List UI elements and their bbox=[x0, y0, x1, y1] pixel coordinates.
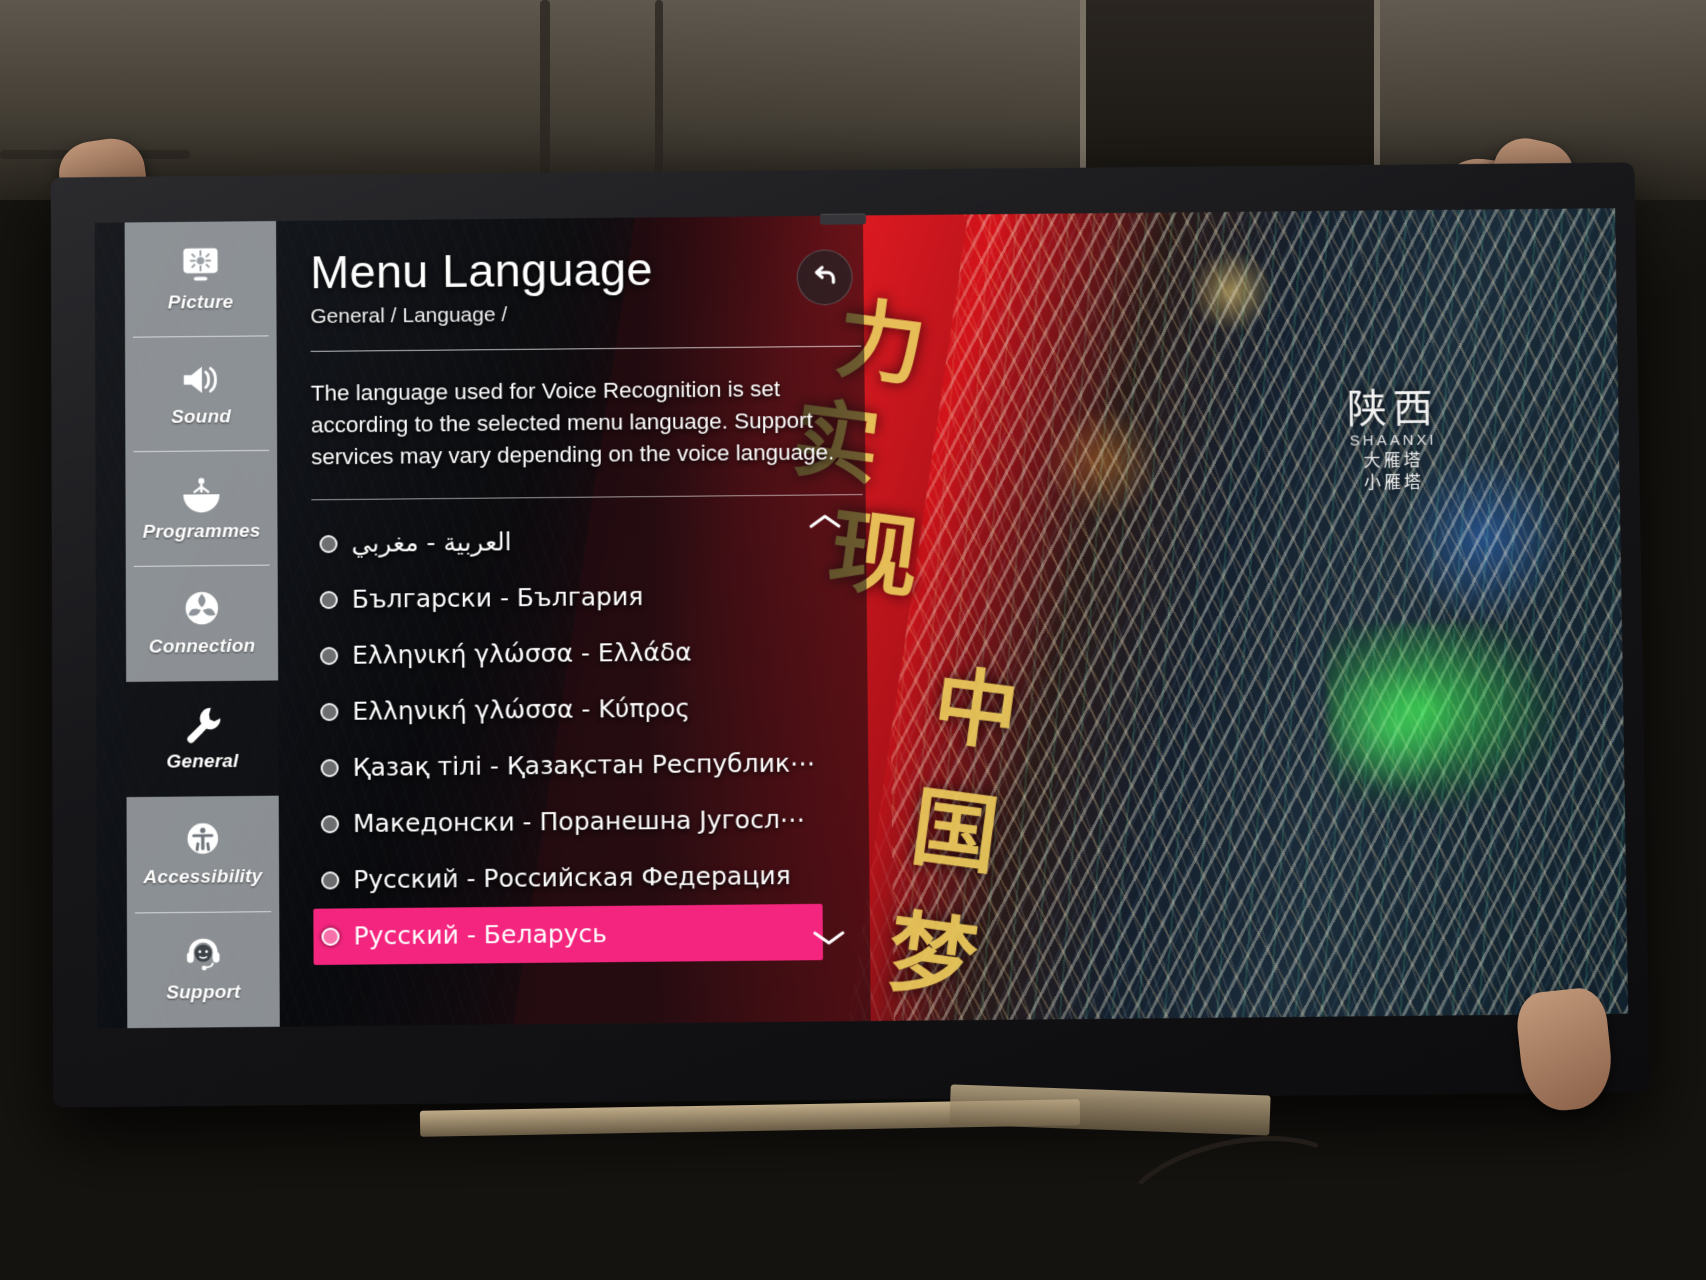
hand-lower-right bbox=[1513, 985, 1617, 1115]
sidebar-item-label: General bbox=[166, 751, 239, 773]
sidebar-item-label: Programmes bbox=[142, 520, 261, 543]
list-item-selected[interactable]: Русский - Беларусь bbox=[313, 903, 824, 965]
room-photo: 力 实 现 中 国 梦 陕西 SHAANXI 大雁塔 小雁塔 bbox=[0, 0, 1706, 1280]
sidebar-item-label: Support bbox=[166, 982, 241, 1005]
tree-foliage bbox=[1325, 622, 1569, 815]
radio-button[interactable] bbox=[319, 590, 338, 609]
title-block: Menu Language General / Language / bbox=[310, 242, 653, 329]
radio-button[interactable] bbox=[321, 871, 340, 890]
city-lights bbox=[885, 208, 1629, 1021]
banner-char-6: 梦 bbox=[881, 899, 983, 1014]
list-item[interactable]: Русский - Российская Федерация bbox=[313, 847, 867, 909]
radio-button[interactable] bbox=[320, 758, 339, 777]
sidebar-item-connection[interactable]: Connection bbox=[125, 564, 279, 682]
list-item[interactable]: Қазақ тілі - Қазақстан Республик⋯ bbox=[313, 735, 866, 796]
settings-content: Menu Language General / Language / The l… bbox=[280, 215, 886, 1026]
television: 力 实 现 中 国 梦 陕西 SHAANXI 大雁塔 小雁塔 bbox=[50, 162, 1650, 1108]
sidebar-item-label: Picture bbox=[167, 291, 234, 314]
scroll-down-button[interactable] bbox=[809, 921, 849, 954]
language-label: Български - България bbox=[351, 582, 644, 615]
region-cn-label: 陕西 bbox=[1346, 385, 1440, 433]
wrench-icon bbox=[179, 703, 225, 745]
landmark-cn-label: 大雁塔 bbox=[1363, 450, 1424, 472]
region-romanized-label: SHAANXI bbox=[1349, 431, 1437, 450]
description-text: The language used for Voice Recognition … bbox=[310, 376, 835, 470]
tv-screen: 力 实 现 中 国 梦 陕西 SHAANXI 大雁塔 小雁塔 bbox=[94, 208, 1629, 1029]
radio-button[interactable] bbox=[320, 646, 339, 665]
speaker-icon bbox=[178, 358, 224, 400]
settings-sidebar: Picture Sound Programmes Connection Gene… bbox=[124, 221, 280, 1029]
header-divider bbox=[310, 345, 862, 352]
list-item[interactable]: Ελληνική γλώσσα - Κύπρος bbox=[312, 679, 865, 740]
radio-button[interactable] bbox=[320, 814, 340, 834]
sidebar-item-accessibility[interactable]: Accessibility bbox=[126, 795, 280, 913]
chevron-down-icon bbox=[812, 925, 846, 949]
language-label: Қазақ тілі - Қазақстан Республик⋯ bbox=[352, 748, 816, 783]
sidebar-item-general[interactable]: General bbox=[126, 680, 279, 797]
language-label: Русский - Российская Федерация bbox=[353, 861, 791, 895]
sidebar-item-support[interactable]: Support bbox=[126, 910, 280, 1029]
breadcrumb: General / Language / bbox=[310, 303, 508, 328]
language-label: Ελληνική γλώσσα - Κύπρος bbox=[352, 693, 691, 727]
network-globe-icon bbox=[179, 588, 225, 630]
scroll-up-button[interactable] bbox=[805, 505, 845, 537]
back-button[interactable] bbox=[796, 249, 853, 306]
list-item[interactable]: العربية - مغربي bbox=[311, 511, 863, 572]
sidebar-item-picture[interactable]: Picture bbox=[124, 221, 277, 337]
language-label: Русский - Беларусь bbox=[353, 919, 608, 951]
back-arrow-icon bbox=[810, 262, 840, 292]
radio-button[interactable] bbox=[319, 534, 338, 553]
headset-icon bbox=[180, 934, 226, 977]
sidebar-item-programmes[interactable]: Programmes bbox=[125, 450, 278, 567]
sidebar-item-sound[interactable]: Sound bbox=[124, 335, 278, 452]
shaanxi-overlay: 陕西 SHAANXI 大雁塔 小雁塔 bbox=[1346, 385, 1440, 494]
sidebar-item-label: Sound bbox=[171, 406, 232, 428]
list-item[interactable]: Български - България bbox=[312, 567, 864, 628]
content-header: Menu Language General / Language / bbox=[310, 242, 861, 329]
doorway bbox=[1080, 0, 1380, 185]
accessibility-icon bbox=[180, 818, 226, 861]
chevron-up-icon bbox=[810, 515, 842, 529]
landmark-small-cn-label: 小雁塔 bbox=[1363, 472, 1424, 494]
language-label: العربية - مغربي bbox=[351, 527, 512, 559]
banner-char-5: 国 bbox=[905, 776, 1005, 888]
language-list[interactable]: العربية - مغربي Български - България Ελλ… bbox=[311, 511, 867, 965]
language-label: Ελληνική γλώσσα - Ελλάδα bbox=[352, 637, 692, 671]
radio-button[interactable] bbox=[321, 927, 340, 946]
language-label: Македонски - Поранешна Југосл⋯ bbox=[352, 804, 805, 839]
sidebar-item-label: Accessibility bbox=[143, 866, 263, 889]
list-item[interactable]: Ελληνική γλώσσα - Ελλάδα bbox=[312, 623, 864, 684]
picture-icon bbox=[178, 244, 224, 286]
sidebar-item-label: Connection bbox=[148, 635, 256, 658]
list-item[interactable]: Македонски - Поранешна Југосл⋯ bbox=[313, 791, 866, 852]
radio-button[interactable] bbox=[320, 702, 339, 721]
cable bbox=[1111, 1117, 1359, 1273]
banner-char-4: 中 bbox=[927, 655, 1024, 764]
satellite-dish-icon bbox=[178, 473, 224, 515]
page-title: Menu Language bbox=[310, 242, 653, 299]
description-divider bbox=[311, 493, 863, 501]
